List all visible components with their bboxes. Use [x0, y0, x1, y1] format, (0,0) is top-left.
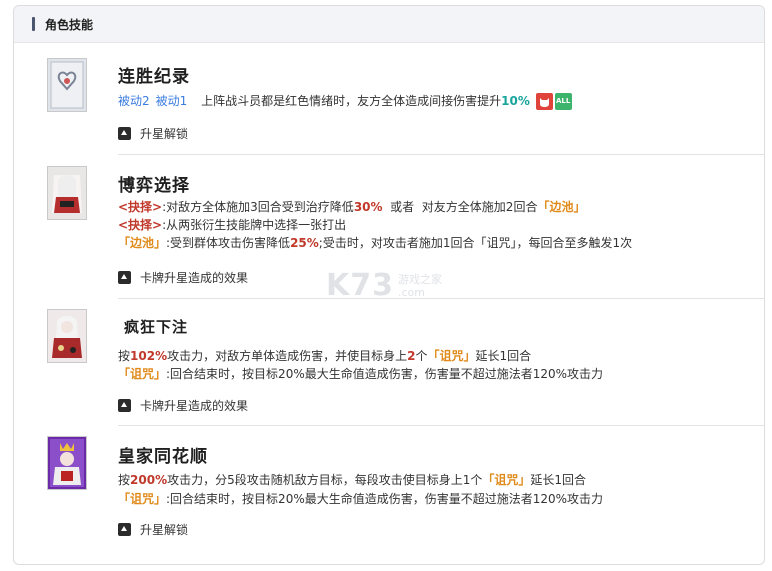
expand-label: 升星解锁 — [140, 523, 189, 537]
skill-description-line: <抉择>:从两张衍生技能牌中选择一张打出 — [118, 216, 346, 234]
skill-description: 被动2 被动1 上阵战斗员都是红色情绪时，友方全体造成间接伤害提升10% ALL — [118, 92, 572, 110]
desc-text: 按 — [118, 349, 131, 363]
watermark-logo: K73 游戏之家 .com — [326, 268, 442, 303]
expand-toggle[interactable]: 升星解锁 — [118, 521, 188, 538]
desc-text: ;受击时，对攻击者施加1回合「诅咒」，每回合至多触发1次 — [318, 236, 633, 250]
skill-name: 皇家同花顺 — [118, 447, 208, 467]
expand-up-icon — [118, 127, 131, 140]
desc-value: 25% — [290, 236, 319, 250]
desc-text: 延长1回合 — [530, 473, 587, 487]
expand-label: 卡牌升星造成的效果 — [140, 271, 249, 285]
expand-toggle[interactable]: 升星解锁 — [118, 125, 188, 142]
watermark-text: 游戏之家 .com — [398, 273, 442, 299]
skill-description-line: 「诅咒」:回合结束时，按目标20%最大生命值造成伤害，伤害量不超过施法者120%… — [118, 365, 603, 383]
skill-name: 疯狂下注 — [124, 318, 189, 336]
divider — [118, 154, 764, 155]
red-cat-badge-icon — [535, 93, 553, 110]
skill-name: 连胜纪录 — [118, 67, 190, 87]
desc-text: 延长1回合 — [475, 349, 532, 363]
choice-keyword: <抉择> — [118, 218, 163, 232]
desc-text: :回合结束时，按目标20%最大生命值造成伤害，伤害量不超过施法者120%攻击力 — [166, 492, 604, 506]
skill-description-line: 「诅咒」:回合结束时，按目标20%最大生命值造成伤害，伤害量不超过施法者120%… — [118, 490, 603, 508]
skill-description-line: 按200%攻击力，分5段攻击随机敌方目标，每段攻击使目标身上1个「诅咒」延长1回… — [118, 471, 586, 489]
desc-text: 攻击力，对敌方单体造成伤害，并使目标身上 — [167, 349, 408, 363]
watermark-line1: 游戏之家 — [398, 272, 442, 286]
status-keyword: 「边池」 — [537, 200, 586, 214]
expand-up-icon — [118, 271, 131, 284]
status-keyword: 「边池」 — [118, 236, 167, 250]
skills-panel: 角色技能 连胜纪录 被动2 被动1 上阵战斗员都是红色情绪时，友方全体造成间接伤害… — [13, 5, 765, 565]
desc-value: 30% — [353, 200, 383, 214]
expand-up-icon — [118, 523, 131, 536]
desc-text: :对敌方全体施加3回合受到治疗降低 — [162, 200, 354, 214]
header-accent-bar — [32, 17, 35, 31]
desc-value: 200% — [130, 473, 168, 487]
skill-thumbnail — [47, 166, 87, 220]
expand-label: 卡牌升星造成的效果 — [140, 399, 249, 413]
expand-up-icon — [118, 399, 131, 412]
desc-text: 按 — [118, 473, 131, 487]
skill-thumbnail — [47, 58, 87, 112]
desc-text: :回合结束时，按目标20%最大生命值造成伤害，伤害量不超过施法者120%攻击力 — [166, 367, 604, 381]
skill-name: 博弈选择 — [118, 176, 190, 196]
desc-text: 上阵战斗员都是红色情绪时，友方全体造成间接伤害提升 — [201, 94, 502, 108]
status-keyword: 「诅咒」 — [482, 473, 531, 487]
desc-value: 10% — [501, 94, 530, 108]
watermark-line2: .com — [398, 285, 425, 299]
watermark-logo-text: K73 — [326, 268, 394, 303]
status-keyword: 「诅咒」 — [118, 492, 167, 506]
skill-description-line: <抉择>:对敌方全体施加3回合受到治疗降低30% 或者 对友方全体施加2回合「边… — [118, 198, 585, 216]
desc-text: 攻击力，分5段攻击随机敌方目标，每段攻击使目标身上1个 — [167, 473, 483, 487]
status-keyword: 「诅咒」 — [118, 367, 167, 381]
expand-toggle[interactable]: 卡牌升星造成的效果 — [118, 397, 248, 414]
panel-header: 角色技能 — [14, 6, 764, 43]
divider — [118, 425, 764, 426]
expand-label: 升星解锁 — [140, 127, 189, 141]
skill-description-line: 按102%攻击力，对敌方单体造成伤害，并使目标身上2个「诅咒」延长1回合 — [118, 347, 531, 365]
expand-toggle[interactable]: 卡牌升星造成的效果 — [118, 269, 248, 286]
section-title: 角色技能 — [45, 17, 94, 32]
tag-passive1[interactable]: 被动1 — [156, 94, 188, 108]
desc-text: 或者 对友方全体施加2回合 — [382, 200, 538, 214]
status-keyword: 「诅咒」 — [427, 349, 476, 363]
tag-passive2[interactable]: 被动2 — [118, 94, 150, 108]
skill-thumbnail — [47, 436, 87, 490]
all-target-badge-icon: ALL — [554, 93, 572, 110]
choice-keyword: <抉择> — [118, 200, 163, 214]
desc-text: :从两张衍生技能牌中选择一张打出 — [162, 218, 347, 232]
skill-thumbnail — [47, 309, 87, 363]
skill-description-line: 「边池」:受到群体攻击伤害降低25%;受击时，对攻击者施加1回合「诅咒」，每回合… — [118, 234, 632, 252]
desc-text: :受到群体攻击伤害降低 — [166, 236, 291, 250]
desc-text: 个 — [415, 349, 428, 363]
desc-value: 102% — [130, 349, 168, 363]
